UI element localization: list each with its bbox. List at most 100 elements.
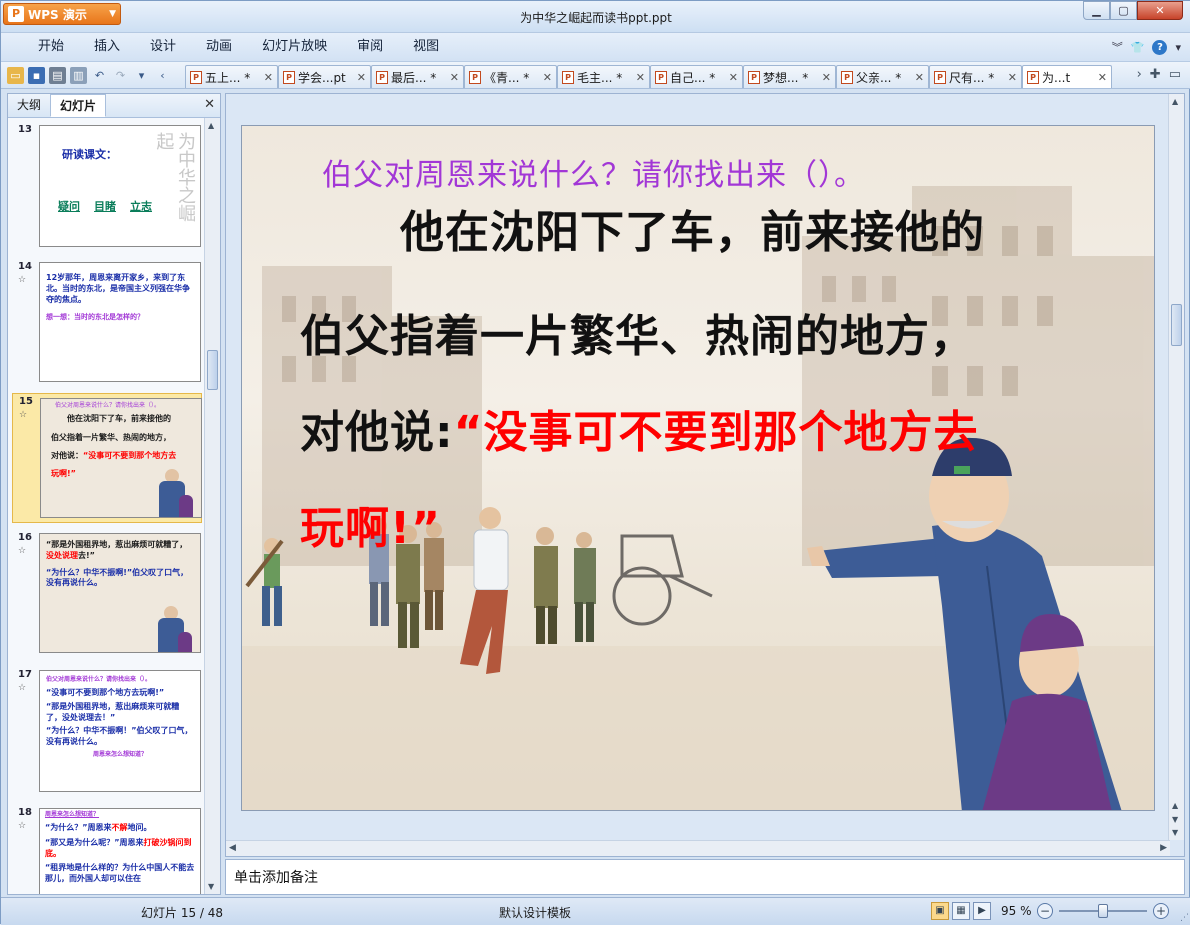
tab-list-icon[interactable]: ▭ xyxy=(1169,67,1181,82)
close-window-button[interactable]: ✕ xyxy=(1137,1,1183,20)
wps-presentation-window: P WPS 演示 ▼ 为中华之崛起而读书ppt.ppt ▁ ▢ ✕ 开始 插入 … xyxy=(0,0,1190,925)
close-tab-icon[interactable]: ✕ xyxy=(915,71,924,84)
close-tab-icon[interactable]: ✕ xyxy=(636,71,645,84)
zoom-level: 95 % xyxy=(1001,904,1032,918)
doc-tab[interactable]: P 五上... * ✕ xyxy=(185,65,278,88)
animation-star-icon: ☆ xyxy=(18,275,27,285)
ppt-file-icon: P xyxy=(841,70,853,84)
menu-view[interactable]: 视图 xyxy=(398,33,454,61)
close-tab-icon[interactable]: ✕ xyxy=(450,71,459,84)
menu-animation[interactable]: 动画 xyxy=(191,33,247,61)
chevron-down-icon[interactable]: ▾ xyxy=(1175,41,1181,54)
open-folder-icon[interactable]: ▭ xyxy=(7,67,24,84)
close-panel-icon[interactable]: ✕ xyxy=(204,97,215,112)
doc-tab[interactable]: P 学会...pt ✕ xyxy=(278,65,371,88)
close-tab-icon[interactable]: ✕ xyxy=(543,71,552,84)
minimize-button[interactable]: ▁ xyxy=(1083,1,1110,20)
slide-thumbnail-14[interactable]: 14 ☆ 12岁那年，周恩来离开家乡，来到了东北。当时的东北，是帝国主义列强在华… xyxy=(12,259,202,385)
ppt-file-icon: P xyxy=(934,70,946,84)
status-bar: 幻灯片 15 / 48 默认设计模板 ▣ ▦ ▶ 95 % − + ⋰ xyxy=(1,897,1190,925)
ppt-file-icon: P xyxy=(748,70,760,84)
doc-tab[interactable]: P 《青... * ✕ xyxy=(464,65,557,88)
zoom-in-button[interactable]: + xyxy=(1153,903,1169,919)
normal-view-icon[interactable]: ▣ xyxy=(931,902,949,920)
slide-horizontal-scrollbar[interactable]: ◀ ▶ xyxy=(226,840,1170,856)
skin-shirt-icon[interactable]: 👕 xyxy=(1131,41,1145,54)
slide-text-line-4: 玩啊!” xyxy=(300,503,441,554)
thumbnail-preview: 伯父对周恩来说什么？请你找出来（）。 “没事可不要到那个地方去玩啊!” “那是外… xyxy=(39,670,201,792)
print-preview-icon[interactable]: ▥ xyxy=(70,67,87,84)
thumbnail-scrollbar[interactable]: ▲ ▼ xyxy=(204,118,220,894)
close-tab-icon[interactable]: ✕ xyxy=(822,71,831,84)
slide-quote-red: “没事可不要到那个地方去 xyxy=(453,407,979,458)
resize-grip-icon[interactable]: ⋰ xyxy=(1180,913,1189,923)
maximize-button[interactable]: ▢ xyxy=(1110,1,1137,20)
menu-insert[interactable]: 插入 xyxy=(79,33,135,61)
close-tab-icon[interactable]: ✕ xyxy=(1008,71,1017,84)
thumbnail-preview: 周恩来怎么想知道？ “为什么？”周恩来不解地问。 “那又是为什么呢？”周恩来打破… xyxy=(39,808,201,894)
scroll-down-icon[interactable]: ▼ xyxy=(1172,828,1178,837)
ppt-file-icon: P xyxy=(1027,70,1039,84)
scrollbar-thumb[interactable] xyxy=(207,350,218,390)
menu-slideshow[interactable]: 幻灯片放映 xyxy=(247,33,342,61)
slide-thumbnail-16[interactable]: 16 ☆ “那是外国租界地，惹出麻烦可就糟了，没处说理去!” “为什么？中华不振… xyxy=(12,530,202,656)
slide-editing-area: 伯父对周恩来说什么？请你找出来（）。 他在沈阳下了车，前来接他的 伯父指着一片繁… xyxy=(225,93,1185,857)
tabs-scroll-left-icon[interactable]: ‹ xyxy=(154,67,171,84)
slide-thumbnail-18[interactable]: 18 ☆ 周恩来怎么想知道？ “为什么？”周恩来不解地问。 “那又是为什么呢？”… xyxy=(12,805,202,894)
scroll-right-icon[interactable]: ▶ xyxy=(1160,843,1167,853)
close-tab-icon[interactable]: ✕ xyxy=(729,71,738,84)
scroll-left-icon[interactable]: ◀ xyxy=(229,843,236,853)
new-tab-icon[interactable]: ✚ xyxy=(1150,67,1161,82)
collapse-ribbon-icon[interactable]: ︾ xyxy=(1112,39,1123,55)
zoom-slider-handle[interactable] xyxy=(1098,904,1108,918)
slide-thumbnail-15-selected[interactable]: 15 ☆ 伯父对周恩来说什么？请你找出来（）。 他在沈阳下了车，前来接他的 伯父… xyxy=(12,393,202,523)
doc-tab[interactable]: P 父亲... * ✕ xyxy=(836,65,929,88)
title-bar: P WPS 演示 ▼ 为中华之崛起而读书ppt.ppt ▁ ▢ ✕ xyxy=(1,1,1190,33)
slide-question-text: 伯父对周恩来说什么？请你找出来（）。 xyxy=(322,158,865,193)
print-icon[interactable]: ▤ xyxy=(49,67,66,84)
doc-tab[interactable]: P 毛主... * ✕ xyxy=(557,65,650,88)
zoom-out-button[interactable]: − xyxy=(1037,903,1053,919)
close-tab-icon[interactable]: ✕ xyxy=(264,71,273,84)
close-tab-icon[interactable]: ✕ xyxy=(1098,71,1107,84)
ppt-file-icon: P xyxy=(283,70,295,84)
slide-thumbnail-17[interactable]: 17 ☆ 伯父对周恩来说什么？请你找出来（）。 “没事可不要到那个地方去玩啊!”… xyxy=(12,667,202,795)
current-slide[interactable]: 伯父对周恩来说什么？请你找出来（）。 他在沈阳下了车，前来接他的 伯父指着一片繁… xyxy=(241,125,1155,811)
thumbnail-preview: 伯父对周恩来说什么？请你找出来（）。 他在沈阳下了车，前来接他的 伯父指着一片繁… xyxy=(40,398,202,518)
next-slide-icon[interactable]: ▼ xyxy=(1172,815,1178,824)
redo-icon[interactable]: ↷ xyxy=(112,67,129,84)
tab-slides[interactable]: 幻灯片 xyxy=(50,94,107,117)
ppt-file-icon: P xyxy=(562,70,574,84)
doc-tab[interactable]: P 梦想... * ✕ xyxy=(743,65,836,88)
tab-navigation: › ✚ ▭ xyxy=(1137,67,1181,82)
tabs-scroll-right-icon[interactable]: › xyxy=(1137,67,1142,82)
doc-tab[interactable]: P 最后... * ✕ xyxy=(371,65,464,88)
menu-home[interactable]: 开始 xyxy=(23,33,79,61)
scroll-up-icon[interactable]: ▲ xyxy=(208,121,214,130)
doc-tab[interactable]: P 自己... * ✕ xyxy=(650,65,743,88)
menu-review[interactable]: 审阅 xyxy=(342,33,398,61)
menu-bar: 开始 插入 设计 动画 幻灯片放映 审阅 视图 ︾ 👕 ? ▾ xyxy=(1,33,1190,61)
previous-slide-icon[interactable]: ▲ xyxy=(1172,801,1178,810)
doc-tab[interactable]: P 尺有... * ✕ xyxy=(929,65,1022,88)
scroll-up-icon[interactable]: ▲ xyxy=(1172,97,1178,106)
thumbnail-preview: 12岁那年，周恩来离开家乡，来到了东北。当时的东北，是帝国主义列强在华争夺的焦点… xyxy=(39,262,201,382)
notes-input[interactable]: 单击添加备注 xyxy=(225,859,1185,895)
close-tab-icon[interactable]: ✕ xyxy=(357,71,366,84)
scroll-down-icon[interactable]: ▼ xyxy=(208,882,214,891)
scrollbar-thumb[interactable] xyxy=(1171,304,1182,346)
save-icon[interactable]: ▪ xyxy=(28,67,45,84)
menu-design[interactable]: 设计 xyxy=(135,33,191,61)
slideshow-view-icon[interactable]: ▶ xyxy=(973,902,991,920)
doc-tab-active[interactable]: P 为...t ✕ xyxy=(1022,65,1112,88)
slide-sorter-view-icon[interactable]: ▦ xyxy=(952,902,970,920)
slide-thumbnail-13[interactable]: 13 为中华之崛起 研读课文： 疑问 目睹 立志 xyxy=(12,122,202,250)
ppt-file-icon: P xyxy=(469,70,481,84)
help-icon[interactable]: ? xyxy=(1152,39,1168,55)
customize-toolbar-icon[interactable]: ▾ xyxy=(133,67,150,84)
slide-vertical-scrollbar[interactable]: ▲ ▲ ▼ ▼ xyxy=(1168,94,1184,840)
undo-icon[interactable]: ↶ xyxy=(91,67,108,84)
slide-text-line-2: 伯父指着一片繁华、热闹的地方， xyxy=(300,311,975,362)
tab-outline[interactable]: 大纲 xyxy=(8,94,50,117)
slide-text-black: 对他说: xyxy=(300,407,454,458)
